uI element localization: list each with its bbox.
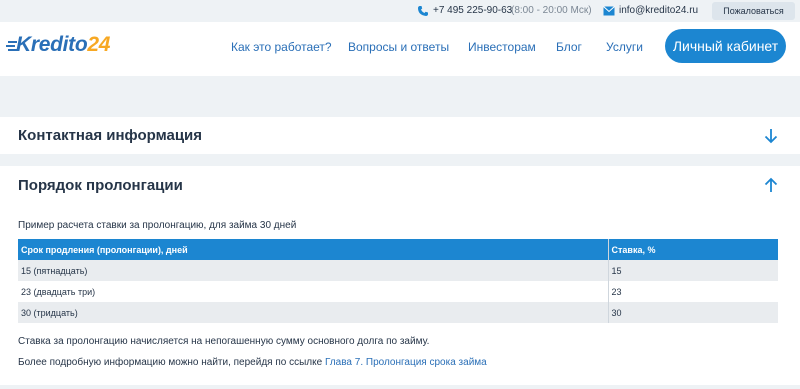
table-cell-rate: 23 — [608, 281, 778, 302]
table-row: 15 (пятнадцать) 15 — [18, 260, 778, 281]
calculation-intro: Пример расчета ставки за пролонгацию, дл… — [18, 220, 297, 231]
column-header-rate: Ставка, % — [608, 239, 778, 260]
table-cell-term: 23 (двадцать три) — [18, 281, 609, 302]
nav-how-it-works[interactable]: Как это работает? — [231, 40, 332, 54]
contacts-section[interactable]: Контактная информация — [0, 117, 800, 154]
phone-icon — [418, 6, 428, 16]
table-cell-term: 15 (пятнадцать) — [18, 260, 609, 281]
logo-text: Kredito24 — [16, 33, 111, 56]
contacts-title: Контактная информация — [18, 127, 203, 144]
nav-blog[interactable]: Блог — [556, 40, 582, 54]
table-row: 30 (тридцать) 30 — [18, 302, 778, 323]
more-info-text: Более подробную информацию можно найти, … — [18, 357, 487, 368]
mail-icon — [603, 6, 615, 16]
email-link[interactable]: info@kredito24.ru — [619, 5, 698, 16]
prolongation-title: Порядок пролонгации — [18, 177, 183, 194]
rate-note: Ставка за пролонгацию начисляется на неп… — [18, 336, 430, 347]
chapter-7-link[interactable]: Глава 7. Пролонгация срока займа — [325, 357, 487, 368]
working-hours: (8:00 - 20:00 Мск) — [511, 5, 592, 16]
table-row: 23 (двадцать три) 23 — [18, 281, 778, 302]
complain-button[interactable]: Пожаловаться — [712, 2, 795, 20]
arrow-up-icon[interactable] — [764, 177, 778, 193]
arrow-down-icon[interactable] — [764, 128, 778, 144]
column-header-term: Срок продления (пролонгации), дней — [18, 239, 609, 260]
personal-cabinet-button[interactable]: Личный кабинет — [665, 29, 786, 63]
nav-faq[interactable]: Вопросы и ответы — [348, 40, 449, 54]
table-header-row: Срок продления (пролонгации), дней Ставк… — [18, 239, 778, 260]
table-cell-rate: 30 — [608, 302, 778, 323]
nav-services[interactable]: Услуги — [606, 40, 643, 54]
table-cell-rate: 15 — [608, 260, 778, 281]
top-bar: +7 495 225-90-63 (8:00 - 20:00 Мск) info… — [0, 0, 800, 22]
phone-number[interactable]: +7 495 225-90-63 — [433, 5, 512, 16]
table-cell-term: 30 (тридцать) — [18, 302, 609, 323]
prolongation-rate-table: Срок продления (пролонгации), дней Ставк… — [18, 239, 778, 323]
nav-investors[interactable]: Инвесторам — [468, 40, 536, 54]
